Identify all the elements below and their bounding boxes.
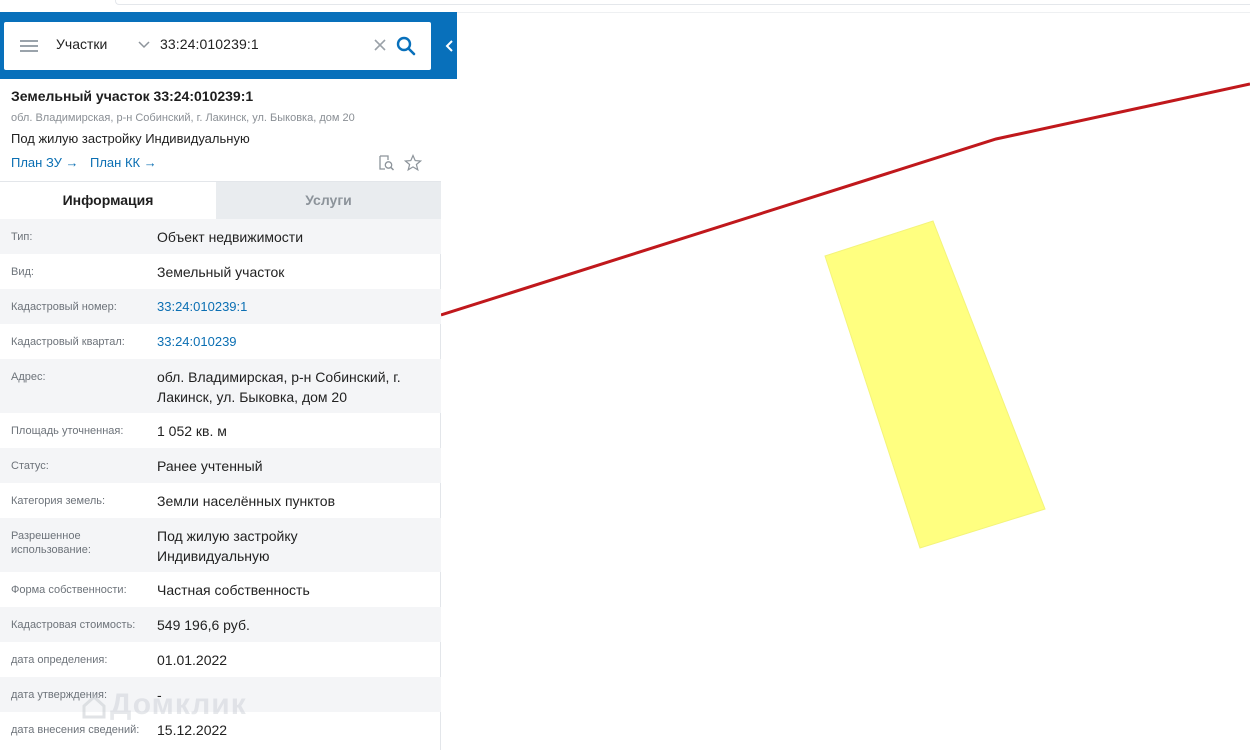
row-value: Частная собственность <box>157 582 310 598</box>
watermark-logo-icon <box>82 694 106 719</box>
app-root: Участки 33:24:010239:1 Земельный участок… <box>0 0 1250 750</box>
table-row: Форма собственности: Частная собственнос… <box>0 572 441 607</box>
row-label: Кадастровая стоимость: <box>11 619 136 631</box>
star-icon[interactable] <box>404 154 422 172</box>
table-row: Статус: Ранее учтенный <box>0 448 441 483</box>
plan-kk-link[interactable]: План КК → <box>90 155 157 170</box>
row-label: Тип: <box>11 231 33 243</box>
plan-zu-link[interactable]: План ЗУ → <box>11 155 79 170</box>
tab-bar: Информация Услуги <box>0 181 441 219</box>
top-bar <box>115 0 1250 5</box>
row-label: Форма собственности: <box>11 584 127 596</box>
row-label: Площадь уточненная: <box>11 425 124 437</box>
row-label: Категория земель: <box>11 495 106 507</box>
map-svg[interactable] <box>441 13 1250 750</box>
table-row: Площадь уточненная: 1 052 кв. м <box>0 413 441 448</box>
row-value: Земельный участок <box>157 264 285 280</box>
land-parcel[interactable] <box>824 220 1046 549</box>
row-label: Статус: <box>11 460 49 472</box>
row-label: Кадастровый квартал: <box>11 336 125 348</box>
collapse-panel-icon[interactable] <box>441 34 457 58</box>
table-row: дата определения: 01.01.2022 <box>0 642 441 677</box>
chevron-down-icon[interactable] <box>138 40 150 50</box>
table-row: Кадастровый квартал: 33:24:010239 <box>0 324 441 359</box>
table-row: Вид: Земельный участок <box>0 254 441 289</box>
row-value: обл. Владимирская, р-н Собинский, г. Лак… <box>157 369 401 405</box>
search-bar: Участки 33:24:010239:1 <box>0 12 457 79</box>
close-icon[interactable] <box>373 38 387 52</box>
table-row: Тип: Объект недвижимости <box>0 219 441 254</box>
row-label: Кадастровый номер: <box>11 301 117 313</box>
row-value: 01.01.2022 <box>157 652 228 668</box>
search-box: Участки 33:24:010239:1 <box>4 22 431 70</box>
watermark-text: Домклик <box>110 688 247 721</box>
table-row: Разрешенное использование: Под жилую зас… <box>0 518 441 572</box>
row-value: 549 196,6 руб. <box>157 617 250 633</box>
row-value: Под жилую застройку Индивидуальную <box>157 528 298 564</box>
browser-top-strip <box>0 0 1250 12</box>
row-value: Ранее учтенный <box>157 458 263 474</box>
info-panel: Участки 33:24:010239:1 Земельный участок… <box>0 12 457 750</box>
object-address: обл. Владимирская, р-н Собинский, г. Лак… <box>11 112 355 124</box>
tab-services[interactable]: Услуги <box>216 182 441 219</box>
search-icon[interactable] <box>396 36 416 56</box>
layer-select[interactable]: Участки <box>56 36 107 52</box>
table-row: Адрес: обл. Владимирская, р-н Собинский,… <box>0 359 441 413</box>
row-value: 1 052 кв. м <box>157 423 227 439</box>
document-search-icon[interactable] <box>377 154 395 172</box>
table-row: Кадастровый номер: 33:24:010239:1 <box>0 289 441 324</box>
object-use: Под жилую застройку Индивидуальную <box>11 131 250 146</box>
row-value: Земли населённых пунктов <box>157 493 336 509</box>
search-input[interactable]: 33:24:010239:1 <box>160 36 259 52</box>
row-value: Объект недвижимости <box>157 229 304 245</box>
row-label: Адрес: <box>11 371 46 383</box>
row-label: Вид: <box>11 266 34 278</box>
object-summary: Земельный участок 33:24:010239:1 обл. Вл… <box>0 79 441 181</box>
table-row: Кадастровая стоимость: 549 196,6 руб. <box>0 607 441 642</box>
info-table: Тип: Объект недвижимости Вид: Земельный … <box>0 219 441 747</box>
row-label: дата определения: <box>11 654 108 666</box>
row-value: 15.12.2022 <box>157 722 228 738</box>
menu-icon[interactable] <box>20 40 38 52</box>
map-canvas[interactable] <box>441 12 1250 750</box>
row-label: Разрешенное использование: <box>11 530 91 556</box>
tab-info[interactable]: Информация <box>0 182 216 219</box>
cadastral-quarter-link[interactable]: 33:24:010239 <box>157 332 432 352</box>
object-title: Земельный участок 33:24:010239:1 <box>11 88 254 104</box>
row-label: дата внесения сведений: <box>11 724 140 736</box>
table-row: Категория земель: Земли населённых пункт… <box>0 483 441 518</box>
cadastral-number-link[interactable]: 33:24:010239:1 <box>157 297 432 317</box>
